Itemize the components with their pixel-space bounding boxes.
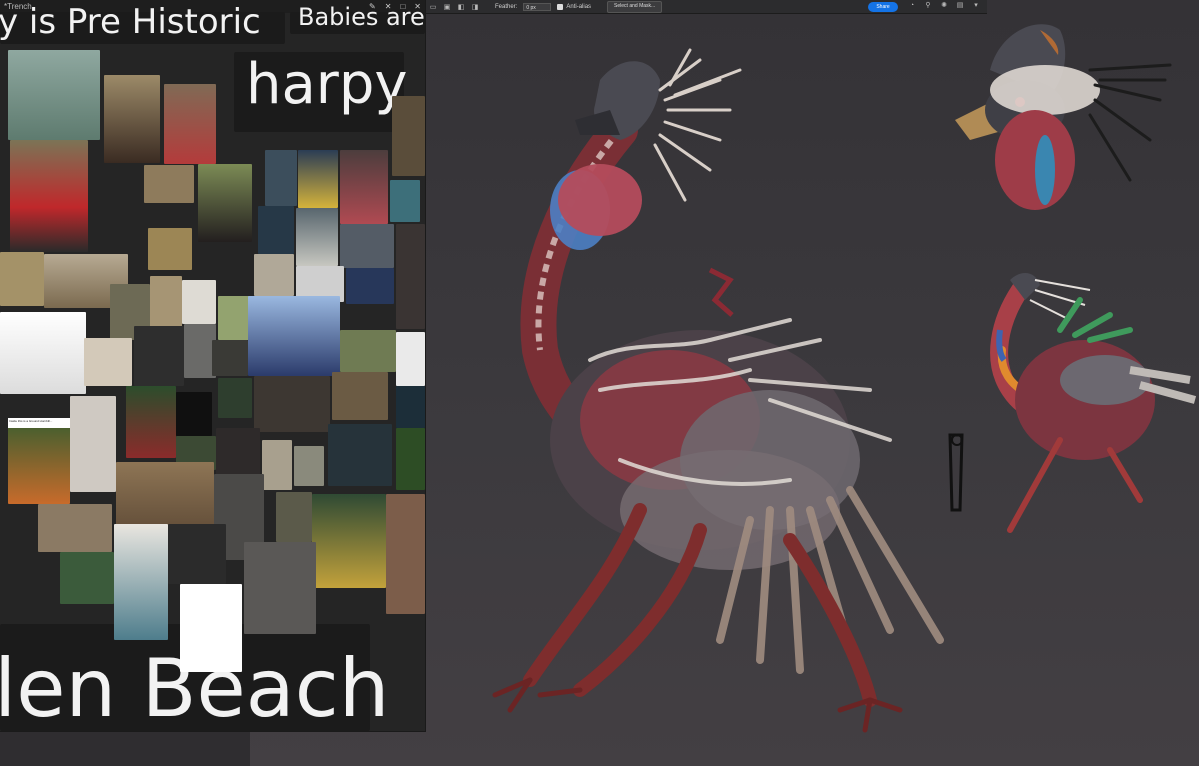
ref-image[interactable] (0, 252, 44, 306)
ref-image[interactable] (182, 280, 216, 324)
ref-image[interactable] (296, 208, 338, 266)
ref-image[interactable] (38, 504, 112, 552)
ref-text-prehistoric: y is Pre Historic (0, 2, 261, 42)
ref-image[interactable] (340, 150, 388, 224)
new-selection-icon[interactable]: ▭ (429, 3, 437, 11)
ref-image[interactable] (392, 96, 425, 176)
search-icon[interactable]: ⚲ (924, 1, 932, 9)
ref-text-babies: Babies are (298, 3, 425, 31)
ref-image[interactable] (244, 542, 316, 634)
ref-image[interactable] (298, 150, 338, 208)
lightbulb-icon[interactable]: ✺ (940, 1, 948, 9)
ref-image[interactable] (294, 446, 324, 486)
ref-image[interactable] (0, 312, 86, 394)
ref-image[interactable] (254, 376, 330, 432)
ref-image[interactable] (104, 75, 160, 163)
ref-image[interactable] (114, 524, 168, 640)
options-bar: ▭ ▣ ◧ ◨ Feather: 0 px Anti-alias Select … (425, 0, 987, 14)
ref-image[interactable] (346, 268, 394, 304)
notifications-icon[interactable]: ◔ (908, 1, 916, 9)
feather-input[interactable]: 0 px (523, 2, 552, 11)
antialias-checkbox[interactable]: Anti-alias (557, 3, 592, 10)
ref-image[interactable] (164, 84, 216, 164)
ref-image[interactable] (396, 428, 425, 490)
checkbox-icon (557, 3, 564, 10)
ref-image[interactable] (8, 50, 100, 140)
ref-image[interactable] (150, 276, 182, 328)
chevron-down-icon[interactable]: ▾ (972, 1, 980, 9)
ref-image[interactable] (84, 338, 132, 386)
ref-image[interactable] (254, 254, 294, 296)
ref-image[interactable] (396, 224, 425, 329)
main-creature-painting (492, 48, 944, 733)
ref-image[interactable] (262, 440, 292, 490)
ref-image[interactable] (70, 396, 116, 492)
ref-image[interactable] (386, 494, 425, 614)
ref-image[interactable] (8, 420, 70, 504)
ref-image[interactable] (340, 330, 396, 372)
ref-image[interactable] (248, 296, 340, 376)
ref-text-harpy: harpy (246, 52, 408, 117)
ref-image[interactable] (312, 494, 386, 588)
ref-image[interactable] (176, 392, 212, 436)
antialias-label: Anti-alias (566, 3, 592, 10)
intersect-selection-icon[interactable]: ◨ (471, 3, 479, 11)
workspace-icon[interactable]: ▤ (956, 1, 964, 9)
ref-image[interactable] (212, 340, 248, 376)
small-body-study-painting (948, 273, 1197, 533)
select-and-mask-button[interactable]: Select and Mask... (607, 0, 663, 13)
ref-image[interactable] (180, 584, 242, 672)
ref-image[interactable] (332, 372, 388, 420)
add-selection-icon[interactable]: ▣ (443, 3, 451, 11)
ref-image[interactable] (168, 524, 226, 584)
ref-image[interactable] (340, 224, 394, 268)
reference-board-window[interactable]: *Trench ✎ ✕ □ ✕ y is Pre Historic Babies… (0, 0, 426, 732)
ref-image[interactable] (265, 150, 297, 206)
feather-label: Feather: (495, 3, 518, 10)
ref-image[interactable] (10, 140, 88, 252)
subtract-selection-icon[interactable]: ◧ (457, 3, 465, 11)
ref-image[interactable] (134, 326, 184, 386)
ref-image[interactable] (258, 206, 294, 254)
ref-image[interactable] (396, 386, 425, 428)
ref-image[interactable] (126, 386, 176, 458)
note-text: Inside this is a Ground Hornbill... (8, 418, 70, 428)
head-study-painting (955, 24, 1172, 210)
ref-image[interactable] (60, 552, 114, 604)
ref-image[interactable] (328, 424, 392, 486)
ref-image[interactable] (276, 492, 312, 542)
ref-image[interactable] (218, 378, 252, 418)
ref-image[interactable] (144, 165, 194, 203)
ref-image[interactable] (396, 332, 425, 386)
ref-image[interactable] (216, 428, 260, 476)
share-button[interactable]: Share (868, 2, 898, 12)
ref-image[interactable] (198, 164, 252, 242)
ref-image[interactable] (390, 180, 420, 222)
ref-image[interactable] (148, 228, 192, 270)
